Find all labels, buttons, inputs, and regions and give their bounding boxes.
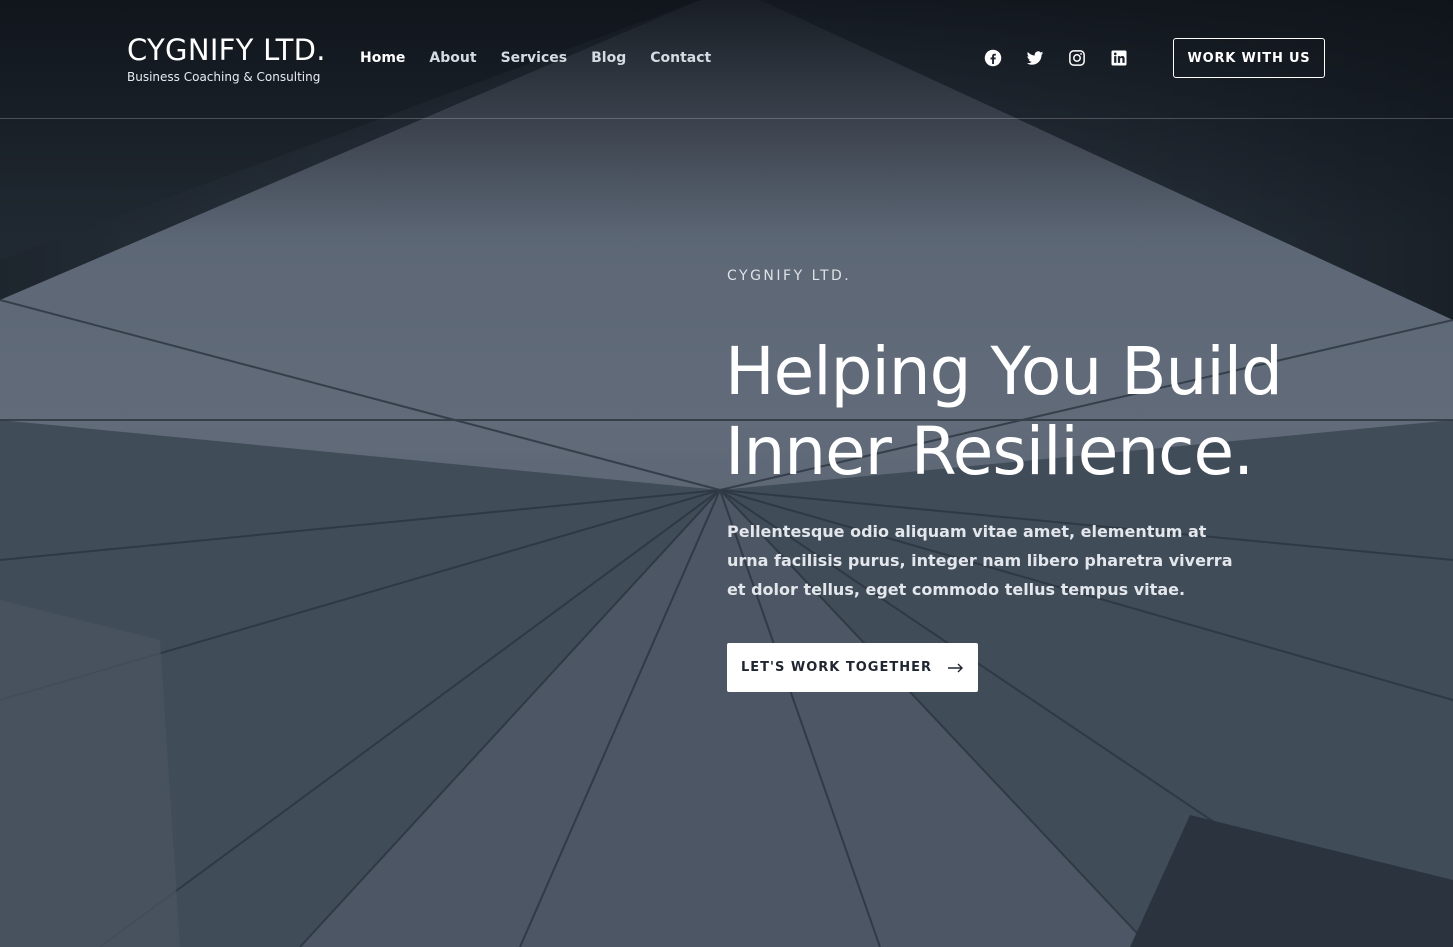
linkedin-icon[interactable] [1110,49,1128,67]
lets-work-together-button[interactable]: LET'S WORK TOGETHER [727,643,978,692]
hero-description: Pellentesque odio aliquam vitae amet, el… [727,522,1233,599]
nav-item-contact[interactable]: Contact [650,50,711,66]
social-links [984,49,1128,67]
hero-headline-line2: Inner Resilience. [725,413,1254,490]
site-header: CYGNIFY LTD. Business Coaching & Consult… [0,0,1453,119]
brand-logo[interactable]: CYGNIFY LTD. Business Coaching & Consult… [127,33,326,84]
nav-item-blog[interactable]: Blog [591,50,626,66]
hero-headline: Helping You Build Inner Resilience. [725,332,1365,492]
facebook-icon[interactable] [984,49,1002,67]
twitter-icon[interactable] [1026,49,1044,67]
work-with-us-button[interactable]: WORK WITH US [1173,38,1325,78]
nav-item-services[interactable]: Services [501,50,568,66]
instagram-icon[interactable] [1068,49,1086,67]
nav-item-home[interactable]: Home [360,50,405,66]
hero-headline-line1: Helping You Build [725,333,1283,410]
main-nav: Home About Services Blog Contact [360,50,711,66]
brand-tagline: Business Coaching & Consulting [127,70,321,84]
cta-label: LET'S WORK TOGETHER [740,660,932,675]
hero-eyebrow: CYGNIFY LTD. [727,268,852,284]
brand-name: CYGNIFY LTD. [127,33,326,67]
arrow-right-icon [948,663,963,672]
nav-item-about[interactable]: About [429,50,476,66]
